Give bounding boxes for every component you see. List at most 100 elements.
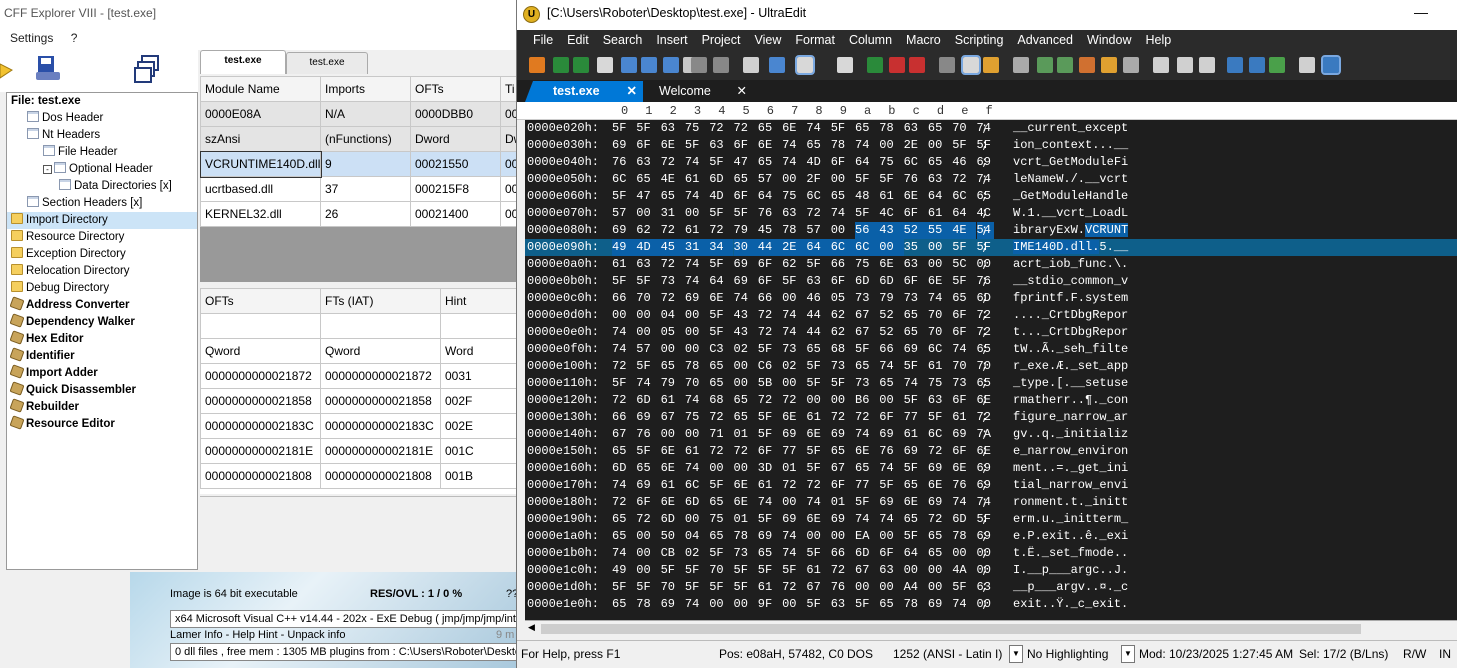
- hex-byte[interactable]: 5F: [952, 273, 976, 290]
- hex-byte[interactable]: 74: [612, 545, 636, 562]
- highlighting-indicator[interactable]: No Highlighting: [1027, 647, 1108, 661]
- table-row[interactable]: 000000000002181E 000000000002181E 001C: [200, 438, 520, 464]
- hex-byte[interactable]: 00: [782, 596, 806, 613]
- hex-byte[interactable]: 61: [758, 579, 782, 596]
- cff-tab-test-exe[interactable]: test.exe: [286, 52, 368, 74]
- table-cell[interactable]: 000215F8: [410, 176, 501, 202]
- hex-byte[interactable]: 5F: [685, 137, 709, 154]
- hex-byte[interactable]: 00: [928, 562, 952, 579]
- hex-byte[interactable]: 65: [879, 375, 903, 392]
- hex-byte[interactable]: 70: [928, 307, 952, 324]
- hex-byte[interactable]: 01: [831, 494, 855, 511]
- hex-byte[interactable]: 72: [661, 154, 685, 171]
- hex-byte[interactable]: 00: [636, 528, 660, 545]
- hex-byte[interactable]: 57: [636, 341, 660, 358]
- table-cell[interactable]: ucrtbased.dll: [200, 176, 321, 202]
- expander-icon[interactable]: -: [43, 165, 52, 174]
- hex-byte[interactable]: 6F: [879, 545, 903, 562]
- scroll-left-icon[interactable]: ◀: [528, 622, 535, 633]
- hex-byte[interactable]: 65: [661, 358, 685, 375]
- hex-row[interactable]: 0000e080h: 69 62 72 61 72 79 45 78 57 00 56 43 52 55 4E…: [525, 222, 1457, 239]
- ue-tab-test-exe[interactable]: test.exe ✕: [525, 81, 643, 102]
- hex-byte[interactable]: 75: [928, 375, 952, 392]
- hex-byte[interactable]: 74: [928, 290, 952, 307]
- hex-byte[interactable]: 5F: [952, 137, 976, 154]
- encoding-indicator[interactable]: 1252 (ANSI - Latin I): [893, 647, 1002, 661]
- hex-byte[interactable]: 61: [612, 256, 636, 273]
- hex-byte[interactable]: 72: [806, 205, 830, 222]
- hex-byte[interactable]: 00: [734, 358, 758, 375]
- hex-byte[interactable]: 00: [685, 205, 709, 222]
- hex-byte[interactable]: 00: [709, 460, 733, 477]
- table-cell[interactable]: 002F: [440, 388, 520, 414]
- table-cell[interactable]: 0000000000021858: [320, 388, 441, 414]
- hex-byte[interactable]: 63: [636, 256, 660, 273]
- hex-byte[interactable]: 65: [855, 120, 879, 137]
- hex-byte[interactable]: 45: [758, 222, 782, 239]
- toolbar-button-icon[interactable]: [769, 57, 785, 73]
- hex-byte[interactable]: 5F: [612, 375, 636, 392]
- hex-byte[interactable]: 5F: [806, 256, 830, 273]
- hex-byte[interactable]: 46: [806, 290, 830, 307]
- hex-byte[interactable]: 47: [636, 188, 660, 205]
- hex-byte[interactable]: 75: [879, 154, 903, 171]
- hex-byte[interactable]: 69: [782, 511, 806, 528]
- hex-row[interactable]: 0000e050h: 6C 65 4E 61 6D 65 57 00 2F 00 5F 5F 76 63 72…: [525, 171, 1457, 188]
- hex-byte[interactable]: 72: [661, 256, 685, 273]
- hex-byte[interactable]: 61: [685, 222, 709, 239]
- hex-row[interactable]: 0000e0d0h: 00 00 04 00 5F 43 72 74 44 62 67 52 65 70 6F…: [525, 307, 1457, 324]
- hex-byte[interactable]: 5F: [855, 341, 879, 358]
- hex-byte[interactable]: 74: [734, 290, 758, 307]
- hex-byte[interactable]: 65: [952, 290, 976, 307]
- toolbar-button-icon[interactable]: [1299, 57, 1315, 73]
- hex-byte[interactable]: 2E: [904, 137, 928, 154]
- hex-row[interactable]: 0000e0f0h: 74 57 00 00 C3 02 5F 73 65 68 5F 66 69 6C 74…: [525, 341, 1457, 358]
- hex-byte[interactable]: 5F: [855, 494, 879, 511]
- hex-byte[interactable]: 6F: [636, 137, 660, 154]
- hex-byte[interactable]: 74: [782, 154, 806, 171]
- hex-row[interactable]: 0000e040h: 76 63 72 74 5F 47 65 74 4D 6F 64 75 6C 65 46…: [525, 154, 1457, 171]
- hex-byte[interactable]: 65: [612, 511, 636, 528]
- hex-byte[interactable]: 57: [612, 205, 636, 222]
- ue-menu-item[interactable]: Column: [849, 33, 892, 47]
- hex-byte[interactable]: 61: [904, 426, 928, 443]
- hex-byte[interactable]: 01: [734, 511, 758, 528]
- hex-byte[interactable]: 74: [685, 596, 709, 613]
- hex-byte[interactable]: C3: [709, 341, 733, 358]
- hex-byte[interactable]: 6F: [831, 154, 855, 171]
- toolbar-button-icon[interactable]: [573, 57, 589, 73]
- hex-byte[interactable]: 6D: [855, 273, 879, 290]
- hex-row[interactable]: 0000e0b0h: 5F 5F 73 74 64 69 6F 5F 63 6F 6D 6D 6F 6E 5F…: [525, 273, 1457, 290]
- table-cell[interactable]: KERNEL32.dll: [200, 201, 321, 227]
- table-cell[interactable]: VCRUNTIME140D.dll: [199, 150, 322, 178]
- hex-byte[interactable]: 69: [928, 460, 952, 477]
- hex-row[interactable]: 0000e1c0h: 49 00 5F 5F 70 5F 5F 5F 61 72 67 63 00 00 4A…: [525, 562, 1457, 579]
- hex-byte[interactable]: 6E: [782, 120, 806, 137]
- hex-byte[interactable]: 00: [879, 528, 903, 545]
- hex-byte[interactable]: 72: [758, 392, 782, 409]
- hex-byte[interactable]: 74: [952, 596, 976, 613]
- hex-byte[interactable]: 65: [612, 528, 636, 545]
- toolbar-button-icon[interactable]: [743, 57, 759, 73]
- col-hint[interactable]: Hint: [440, 288, 520, 314]
- hex-byte[interactable]: 00: [734, 460, 758, 477]
- hex-byte[interactable]: 5F: [612, 273, 636, 290]
- hex-byte[interactable]: 78: [782, 222, 806, 239]
- hex-byte[interactable]: 65: [904, 511, 928, 528]
- table-cell[interactable]: 000000000002181E: [320, 438, 441, 464]
- hex-byte[interactable]: 72: [612, 392, 636, 409]
- hex-byte[interactable]: 05: [831, 290, 855, 307]
- hex-byte[interactable]: 00: [831, 171, 855, 188]
- hex-byte[interactable]: 74: [879, 358, 903, 375]
- col-imports[interactable]: Imports: [320, 76, 411, 102]
- hex-byte[interactable]: 78: [952, 528, 976, 545]
- hex-byte[interactable]: EA: [855, 528, 879, 545]
- hex-byte[interactable]: 4D: [709, 188, 733, 205]
- hex-byte[interactable]: 65: [855, 358, 879, 375]
- hex-byte[interactable]: 65: [709, 358, 733, 375]
- hex-byte[interactable]: 74: [685, 154, 709, 171]
- hex-byte[interactable]: 65: [904, 477, 928, 494]
- ue-menu-item[interactable]: Scripting: [955, 33, 1004, 47]
- toolbar-button-icon[interactable]: [553, 57, 569, 73]
- hex-byte[interactable]: 57: [806, 222, 830, 239]
